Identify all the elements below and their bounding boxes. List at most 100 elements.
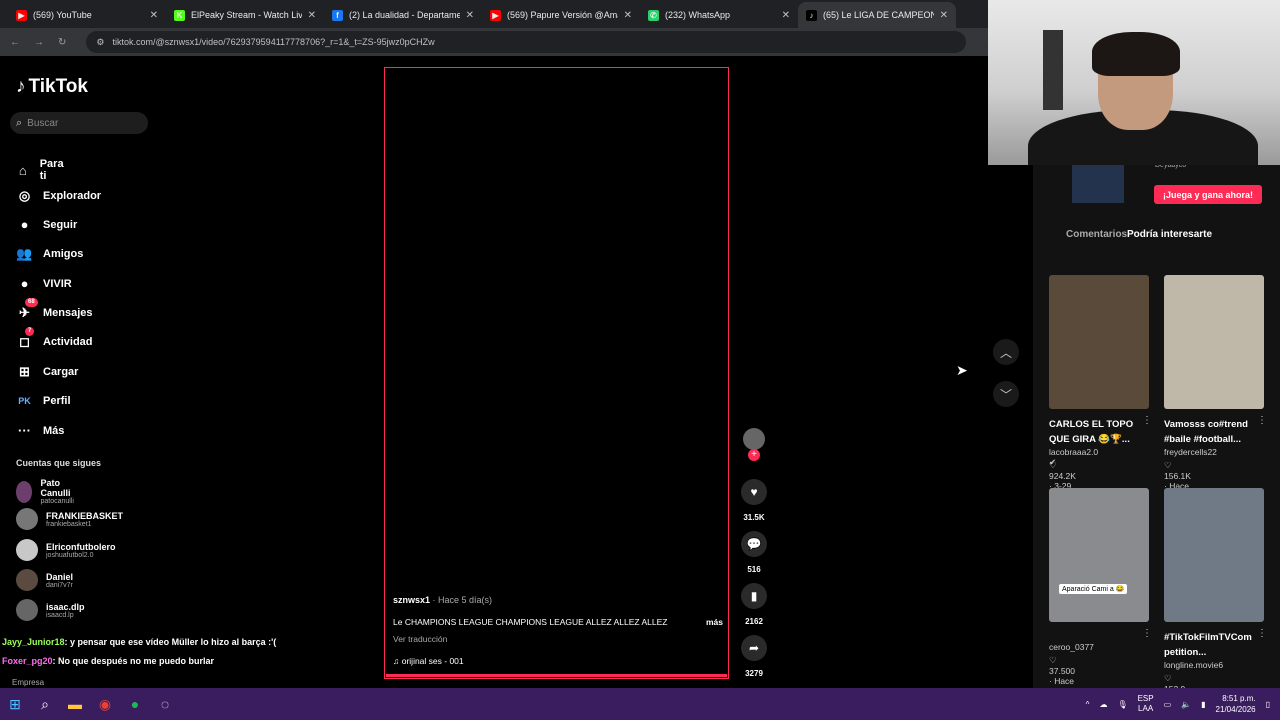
next-video-button[interactable]: ﹀ — [993, 381, 1019, 407]
recommendation-thumbnail[interactable] — [1164, 488, 1264, 622]
live-avatar-icon: ● — [20, 276, 29, 291]
notification-badge: 68 — [25, 298, 38, 307]
spotify-icon[interactable]: ● — [120, 688, 150, 720]
browser-tab[interactable]: ▶ (569) YouTube ✕ — [8, 2, 166, 28]
network-icon[interactable]: ☁ — [1099, 700, 1107, 709]
profile-icon: PK — [18, 395, 31, 406]
browser-tab[interactable]: K ElPeaky Stream - Watch Live on ✕ — [166, 2, 324, 28]
display-icon[interactable]: ▭ — [1164, 700, 1172, 709]
following-account[interactable]: Elriconfutbolero joshuafutbol2.0 — [16, 539, 116, 561]
recommendation-user[interactable]: ceroo_0377 — [1049, 642, 1094, 652]
creator-avatar[interactable] — [743, 428, 765, 450]
search-icon: ⌕ — [16, 116, 23, 129]
site-info-icon[interactable]: ⚙ — [96, 37, 104, 48]
reload-icon[interactable]: ↻ — [58, 37, 66, 48]
sidebar-item-label: Perfil — [43, 394, 71, 407]
tab-favicon-icon: f — [332, 9, 343, 21]
language-indicator[interactable]: ESP LAA — [1138, 694, 1154, 714]
avatar — [16, 508, 38, 530]
sound-link[interactable]: ♫ orijinal ses - 001 — [393, 656, 464, 666]
tab-favicon-icon: ✆ — [648, 9, 659, 21]
tray-overflow-icon[interactable]: ^ — [1086, 700, 1090, 709]
tab-comments[interactable]: Comentarios — [1066, 229, 1127, 240]
forward-icon[interactable]: → — [34, 37, 44, 48]
browser-tab[interactable]: ✆ (232) WhatsApp ✕ — [640, 2, 798, 28]
file-explorer-icon[interactable]: ▬ — [60, 688, 90, 720]
recommendation-user[interactable]: longline.movie6 — [1164, 660, 1223, 670]
home-icon: ⌂ — [18, 162, 27, 178]
comment-button[interactable]: 💬 516 — [741, 531, 767, 574]
clock[interactable]: 8:51 p.m. 21/04/2026 — [1216, 693, 1256, 715]
close-icon[interactable]: ✕ — [940, 10, 948, 21]
close-icon[interactable]: ✕ — [308, 10, 316, 21]
sidebar-item-cargar[interactable]: ⊞ Cargar — [16, 363, 78, 380]
author-handle[interactable]: sznwsx1 — [393, 595, 430, 605]
translate-link[interactable]: Ver traducción — [393, 634, 447, 644]
mic-icon[interactable]: 🎙 — [1117, 700, 1127, 709]
browser-tab[interactable]: f (2) La dualidad - Departamento ✕ — [324, 2, 482, 28]
sidebar-item-amigos[interactable]: 👥 Amigos — [16, 245, 83, 262]
tab-title: ElPeaky Stream - Watch Live on — [191, 10, 302, 20]
windows-start-icon[interactable]: ⊞ — [0, 688, 30, 720]
recommendation-user[interactable]: freydercells22 — [1164, 447, 1217, 457]
video-player[interactable] — [384, 67, 729, 679]
sidebar-item-mensajes[interactable]: ✈ 68 Mensajes — [16, 298, 93, 321]
search-input[interactable]: ⌕ Buscar — [10, 112, 148, 134]
tab-title: (232) WhatsApp — [665, 10, 731, 20]
video-progress-bar[interactable] — [386, 674, 727, 677]
back-icon[interactable]: ← — [10, 37, 20, 48]
more-button[interactable]: más — [706, 617, 723, 627]
video-author[interactable]: sznwsx1 · Hace 5 día(s) — [393, 595, 492, 605]
tiktok-logo[interactable]: ♪ TikTok — [16, 76, 88, 98]
sidebar-item-actividad[interactable]: ◻ 7 Actividad — [16, 327, 93, 350]
obs-icon[interactable]: ◌ — [150, 688, 180, 720]
follow-plus-icon[interactable]: + — [748, 449, 760, 461]
following-account[interactable]: Daniel dani7v7r — [16, 569, 73, 591]
sidebar-item-m-s[interactable]: ··· Más — [16, 422, 64, 439]
account-handle: isaacd.lp — [46, 611, 74, 619]
like-button[interactable]: ♥ 31.5K — [741, 479, 767, 522]
sidebar-item-perfil[interactable]: PK Perfil — [16, 392, 71, 409]
battery-icon[interactable]: ▮ — [1201, 700, 1205, 709]
more-options-icon[interactable]: ⋮ — [1142, 628, 1152, 639]
sidebar-item-vivir[interactable]: ● VIVIR — [16, 275, 72, 292]
thumbnail-overlay-text: Aparació Cami a 😂 — [1059, 584, 1128, 594]
recommendation-title[interactable]: #TikTokFilmTVCom petition... — [1164, 630, 1264, 660]
tab-title: (2) La dualidad - Departamento — [349, 10, 460, 20]
bookmark-icon: ▮ — [741, 583, 767, 609]
browser-tab[interactable]: ♪ (65) Le LIGA DE CAMPEONES L ✕ — [798, 2, 956, 28]
previous-video-button[interactable]: ︿ — [993, 339, 1019, 365]
recommendation-thumbnail[interactable] — [1049, 275, 1149, 409]
tab-might-interest[interactable]: Podría interesarte — [1127, 229, 1212, 240]
recommendation-title[interactable]: CARLOS EL TOPO QUE GIRA 😂🏆... — [1049, 417, 1149, 447]
share-button[interactable]: ➦ 3279 — [741, 635, 767, 678]
save-button[interactable]: ▮ 2162 — [741, 583, 767, 626]
video-age: · Hace 5 día(s) — [430, 595, 493, 605]
video-caption: Le CHAMPIONS LEAGUE CHAMPIONS LEAGUE ALL… — [393, 617, 723, 627]
recommendation-thumbnail[interactable]: Aparació Cami a 😂 — [1049, 488, 1149, 622]
sidebar-item-seguir[interactable]: ● Seguir — [16, 216, 78, 233]
notification-icon[interactable]: ▯ — [1266, 700, 1270, 709]
sidebar-item-para-ti[interactable]: ⌂ Para ti — [16, 158, 67, 182]
chrome-icon[interactable]: ◉ — [90, 688, 120, 720]
close-icon[interactable]: ✕ — [782, 10, 790, 21]
following-account[interactable]: FRANKIEBASKET frankiebasket1 — [16, 508, 123, 530]
close-icon[interactable]: ✕ — [150, 10, 158, 21]
footer-company[interactable]: Empresa — [12, 678, 44, 687]
close-icon[interactable]: ✕ — [466, 10, 474, 21]
recommendation-title[interactable]: Vamosss co#trend #baile #football... — [1164, 417, 1264, 447]
ad-thumbnail[interactable] — [1072, 165, 1124, 203]
recommendation-thumbnail[interactable] — [1164, 275, 1264, 409]
speaker-icon[interactable]: 🔈 — [1181, 700, 1191, 709]
search-placeholder: Buscar — [27, 117, 59, 129]
following-account[interactable]: Pato Canulli patocanulli — [16, 478, 79, 505]
following-account[interactable]: isaac.dlp isaacd.lp — [16, 599, 85, 621]
avatar — [16, 599, 38, 621]
address-bar[interactable]: ⚙ tiktok.com/@sznwsx1/video/762937959411… — [86, 31, 967, 53]
close-icon[interactable]: ✕ — [624, 10, 632, 21]
webcam-overlay — [988, 0, 1280, 165]
search-taskbar-icon[interactable]: ⌕ — [30, 688, 60, 720]
browser-tab[interactable]: ▶ (569) Papure Versión @AmaBlit ✕ — [482, 2, 640, 28]
play-and-win-button[interactable]: ¡Juega y gana ahora! — [1154, 185, 1262, 204]
sidebar-item-explorador[interactable]: ◎ Explorador — [16, 187, 101, 204]
